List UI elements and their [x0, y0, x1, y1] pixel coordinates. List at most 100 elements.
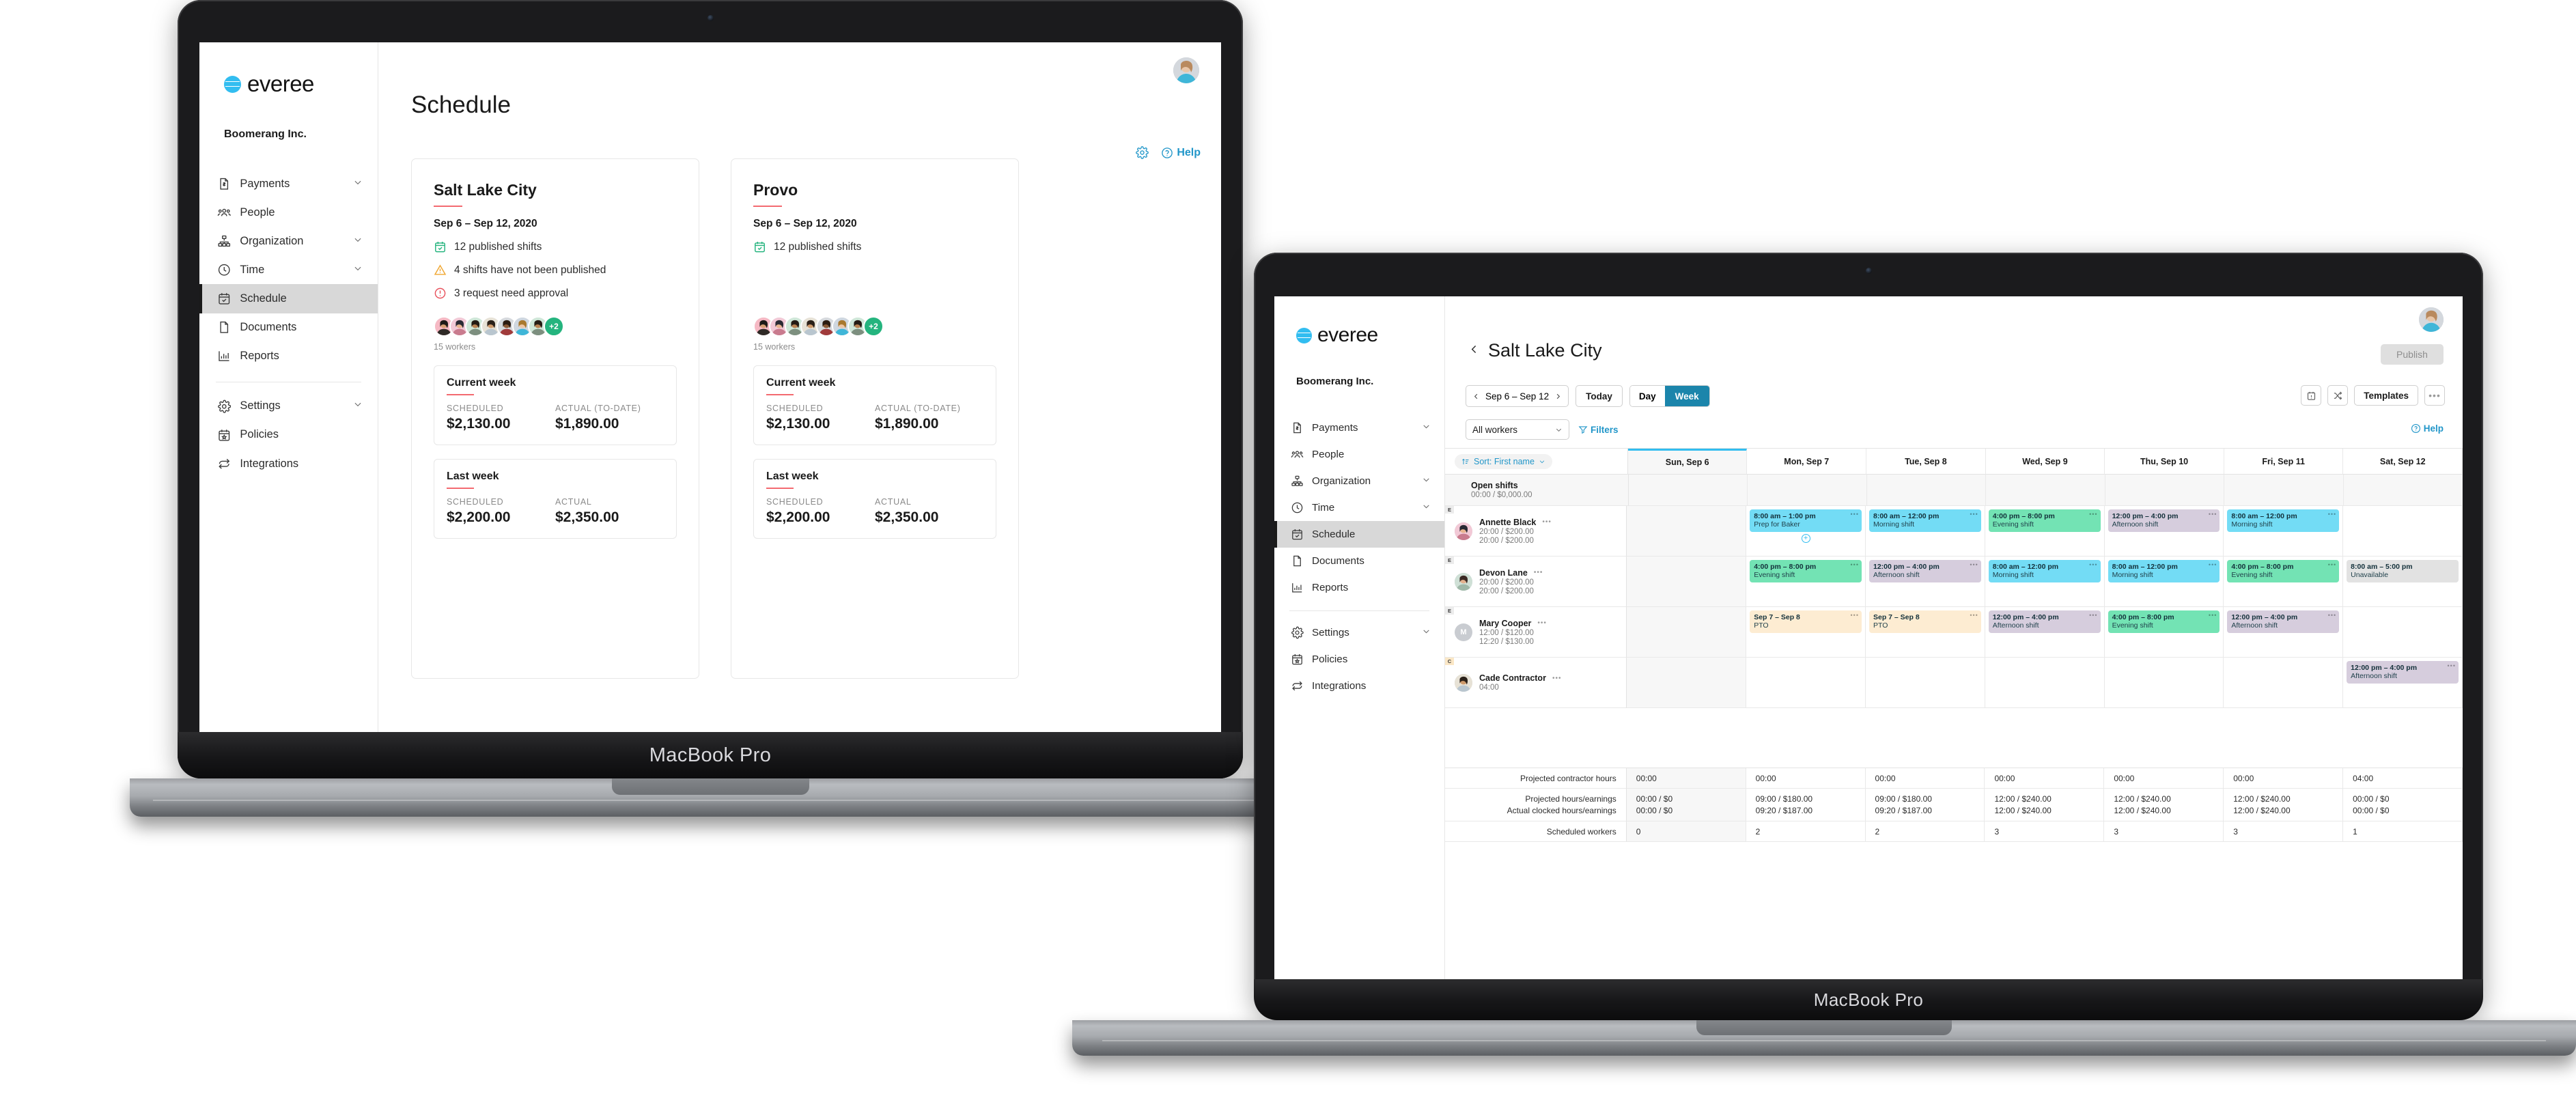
row-actions-icon[interactable]: ••• [1537, 619, 1547, 627]
shift-chip[interactable]: 8:00 am – 5:00 pm Unavailable [2347, 560, 2459, 582]
shift-chip[interactable]: 12:00 pm – 4:00 pm Afternoon shift ••• [2347, 661, 2459, 684]
schedule-cell[interactable]: 12:00 pm – 4:00 pm Afternoon shift ••• [1865, 557, 1985, 607]
shift-actions-icon[interactable]: ••• [2328, 511, 2336, 518]
avatar-overflow[interactable]: +2 [863, 316, 884, 337]
sidebar-item-documents[interactable]: Documents [199, 313, 378, 342]
schedule-cell[interactable]: 8:00 am – 12:00 pm Morning shift ••• [1985, 557, 2105, 607]
shift-chip[interactable]: Sep 7 – Sep 8 PTO ••• [1750, 610, 1862, 633]
row-actions-icon[interactable]: ••• [1552, 675, 1562, 682]
chevron-down-icon[interactable] [1422, 502, 1431, 514]
week-view-tab[interactable]: Week [1664, 386, 1709, 406]
shift-chip[interactable]: 4:00 pm – 8:00 pm Evening shift ••• [2227, 560, 2340, 582]
shift-actions-icon[interactable]: ••• [2448, 662, 2456, 669]
schedule-cell[interactable]: 4:00 pm – 8:00 pm Evening shift ••• [1985, 506, 2105, 557]
user-avatar-2[interactable] [2419, 307, 2444, 332]
sidebar-item-reports[interactable]: Reports [199, 342, 378, 371]
shift-actions-icon[interactable]: ••• [2328, 561, 2336, 568]
prev-week-icon[interactable] [1472, 393, 1480, 400]
schedule-cell[interactable] [1748, 475, 1867, 506]
shift-chip[interactable]: Sep 7 – Sep 8 PTO ••• [1868, 610, 1981, 633]
schedule-cell[interactable] [2224, 475, 2344, 506]
sidebar-item-integrations[interactable]: Integrations [1274, 673, 1444, 699]
schedule-cell[interactable] [1986, 475, 2105, 506]
shift-actions-icon[interactable]: ••• [1970, 511, 1978, 518]
schedule-cell[interactable] [1627, 658, 1747, 708]
schedule-cell[interactable] [2104, 658, 2224, 708]
sidebar-item-reports[interactable]: Reports [1274, 574, 1444, 601]
shift-actions-icon[interactable]: ••• [1851, 561, 1859, 568]
shift-chip[interactable]: 8:00 am – 12:00 pm Morning shift ••• [1868, 509, 1981, 532]
user-avatar[interactable] [1173, 57, 1199, 83]
shift-actions-icon[interactable]: ••• [2089, 612, 2097, 619]
shift-chip[interactable]: 12:00 pm – 4:00 pm Afternoon shift ••• [2108, 509, 2220, 532]
shift-chip[interactable]: 8:00 am – 12:00 pm Morning shift ••• [2227, 509, 2340, 532]
sidebar-item-organization[interactable]: Organization [199, 227, 378, 255]
shift-chip[interactable]: 12:00 pm – 4:00 pm Afternoon shift ••• [2227, 610, 2340, 633]
chevron-down-icon[interactable] [353, 264, 363, 277]
help-link-2[interactable]: Help [2411, 423, 2444, 434]
schedule-cell[interactable]: Sep 7 – Sep 8 PTO ••• [1746, 607, 1866, 658]
chevron-down-icon[interactable] [1422, 627, 1431, 638]
back-chevron-icon[interactable] [1468, 343, 1480, 358]
shift-actions-icon[interactable]: ••• [1851, 612, 1859, 619]
shift-actions-icon[interactable]: ••• [2089, 561, 2097, 568]
shift-actions-icon[interactable]: ••• [2209, 561, 2217, 568]
publish-button[interactable]: Publish [2381, 344, 2444, 365]
shift-actions-icon[interactable]: ••• [2209, 612, 2217, 619]
more-actions-button[interactable]: ••• [2424, 385, 2445, 406]
row-actions-icon[interactable]: ••• [1534, 569, 1543, 576]
schedule-cell[interactable] [2224, 658, 2344, 708]
schedule-cell[interactable]: 12:00 pm – 4:00 pm Afternoon shift ••• [2224, 607, 2344, 658]
sidebar-item-people[interactable]: People [1274, 441, 1444, 468]
sidebar-item-schedule[interactable]: Schedule [199, 284, 378, 313]
filters-button[interactable]: Filters [1578, 425, 1619, 435]
shuffle-button[interactable] [2327, 385, 2349, 406]
schedule-cell[interactable]: 8:00 am – 5:00 pm Unavailable [2343, 557, 2463, 607]
schedule-cell[interactable] [1866, 475, 1987, 506]
sidebar-item-payments[interactable]: Payments [199, 169, 378, 198]
shift-actions-icon[interactable]: ••• [2328, 612, 2336, 619]
schedule-cell[interactable] [1628, 475, 1748, 506]
help-link-1[interactable]: Help [1161, 147, 1201, 159]
chevron-down-icon[interactable] [1422, 475, 1431, 487]
schedule-cell[interactable] [2343, 506, 2463, 557]
schedule-cell[interactable]: 12:00 pm – 4:00 pm Afternoon shift ••• [2104, 506, 2224, 557]
schedule-cell[interactable] [2343, 607, 2463, 658]
shift-chip[interactable]: 12:00 pm – 4:00 pm Afternoon shift ••• [1868, 560, 1981, 582]
location-card[interactable]: Provo Sep 6 – Sep 12, 2020 12 published sh… [731, 158, 1019, 679]
row-actions-icon[interactable]: ••• [1542, 518, 1552, 526]
sidebar-item-people[interactable]: People [199, 198, 378, 227]
shift-chip[interactable]: 4:00 pm – 8:00 pm Evening shift ••• [1750, 560, 1862, 582]
shift-chip[interactable]: 8:00 am – 1:00 pm Prep for Baker ••• [1750, 509, 1862, 532]
schedule-cell[interactable]: 8:00 am – 12:00 pm Morning shift ••• [2224, 506, 2344, 557]
chevron-down-icon[interactable] [353, 178, 363, 191]
schedule-cell[interactable] [2105, 475, 2225, 506]
sidebar-item-policies[interactable]: Policies [1274, 646, 1444, 673]
shift-actions-icon[interactable]: ••• [1851, 511, 1859, 518]
location-card[interactable]: Salt Lake City Sep 6 – Sep 12, 2020 12 pub… [411, 158, 699, 679]
sidebar-item-schedule[interactable]: Schedule [1274, 521, 1444, 548]
calendar-alert-button[interactable] [2301, 385, 2322, 406]
shift-actions-icon[interactable]: ••• [2089, 511, 2097, 518]
shift-chip[interactable]: 4:00 pm – 8:00 pm Evening shift ••• [1988, 509, 2101, 532]
schedule-cell[interactable] [1985, 658, 2105, 708]
sidebar-item-settings[interactable]: Settings [199, 392, 378, 421]
shift-actions-icon[interactable]: ••• [2209, 511, 2217, 518]
sidebar-item-organization[interactable]: Organization [1274, 468, 1444, 494]
shift-chip[interactable]: 4:00 pm – 8:00 pm Evening shift ••• [2108, 610, 2220, 633]
add-shift-button[interactable]: + [1801, 534, 1810, 543]
gear-icon[interactable] [1136, 146, 1149, 159]
chevron-down-icon[interactable] [353, 235, 363, 248]
schedule-cell[interactable] [2343, 475, 2463, 506]
schedule-cell[interactable] [1627, 506, 1747, 557]
sidebar-item-payments[interactable]: Payments [1274, 414, 1444, 441]
today-button[interactable]: Today [1576, 385, 1623, 407]
sidebar-item-integrations[interactable]: Integrations [199, 449, 378, 478]
avatar-overflow[interactable]: +2 [544, 316, 564, 337]
sidebar-item-policies[interactable]: Policies [199, 421, 378, 449]
chevron-down-icon[interactable] [353, 399, 363, 412]
schedule-cell[interactable] [1627, 607, 1747, 658]
worker-filter-select[interactable]: All workers [1466, 419, 1569, 440]
schedule-cell[interactable]: 4:00 pm – 8:00 pm Evening shift ••• [1746, 557, 1866, 607]
schedule-cell[interactable]: 12:00 pm – 4:00 pm Afternoon shift ••• [2343, 658, 2463, 708]
